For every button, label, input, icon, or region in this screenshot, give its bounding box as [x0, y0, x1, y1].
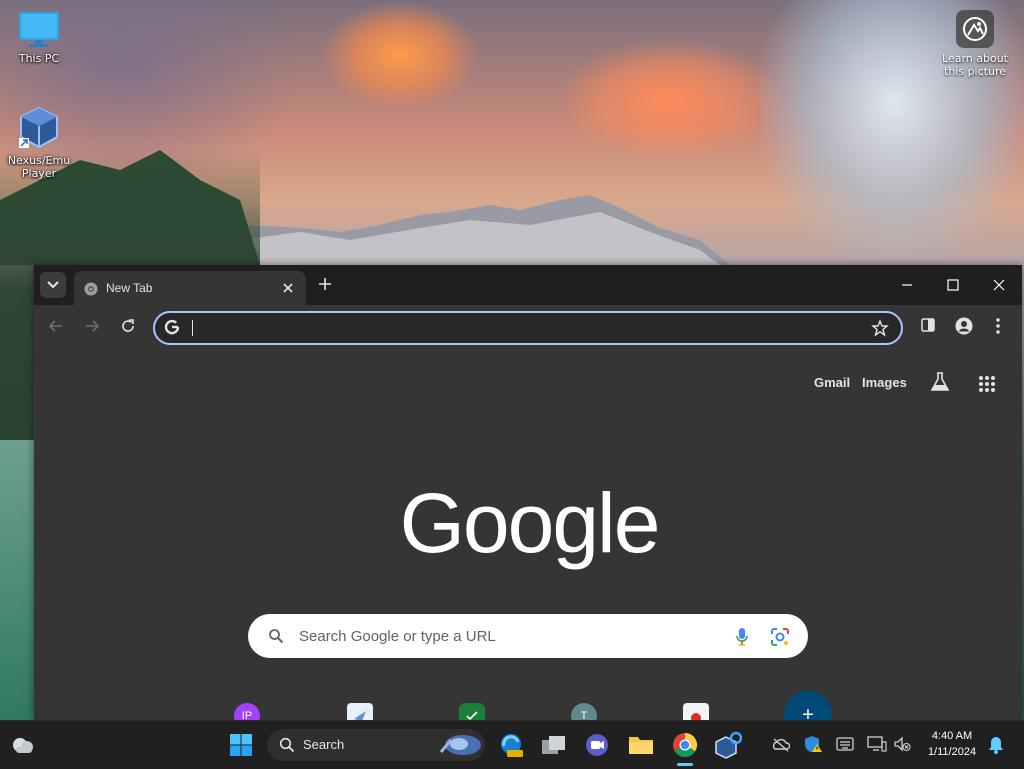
address-bar[interactable] — [153, 311, 903, 345]
taskbar: Search 4:40 AM 1/11/2024 — [0, 720, 1024, 769]
keyboard-icon[interactable] — [836, 737, 854, 751]
forward-icon[interactable] — [84, 318, 100, 334]
google-apps-icon[interactable] — [978, 375, 996, 393]
close-window-icon[interactable] — [989, 275, 1009, 295]
new-tab-button[interactable] — [317, 276, 333, 292]
learn-about-picture-label: Learn about this picture — [942, 52, 1008, 78]
search-placeholder: Search Google or type a URL — [299, 628, 496, 645]
add-shortcut-button[interactable]: + — [784, 691, 832, 720]
security-warning-icon[interactable] — [804, 735, 822, 753]
learn-about-picture[interactable]: Learn about this picture — [934, 10, 1016, 78]
chrome-favicon-icon — [84, 282, 98, 296]
browser-toolbar — [34, 305, 1022, 347]
google-logo: Google — [399, 476, 661, 570]
voice-search-icon[interactable] — [735, 627, 749, 647]
tab-title: New Tab — [106, 281, 153, 295]
desktop-icon-label: This PC — [18, 52, 60, 65]
google-lens-icon[interactable] — [770, 627, 790, 647]
windows-logo-icon — [230, 734, 252, 756]
chrome-icon — [673, 733, 698, 758]
chevron-down-icon — [47, 281, 59, 289]
desktop-icon-nexus-emu-player[interactable]: Nexus/Emu Player — [1, 104, 77, 180]
minimize-icon[interactable] — [897, 275, 917, 295]
teams-taskbar-icon[interactable] — [582, 730, 612, 760]
shortcut-tile[interactable]: T — [571, 703, 597, 720]
side-panel-icon[interactable] — [920, 317, 936, 333]
labs-flask-icon[interactable] — [930, 371, 950, 393]
chrome-taskbar-icon[interactable] — [670, 730, 700, 760]
desktop-icon-this-pc[interactable]: This PC — [1, 10, 77, 65]
close-tab-icon[interactable] — [281, 281, 295, 295]
tab-strip: New Tab — [34, 265, 1022, 305]
bookmark-star-icon[interactable] — [871, 319, 889, 337]
search-box[interactable]: Search Google or type a URL — [248, 614, 808, 658]
search-icon — [269, 629, 284, 644]
virtualbox-icon — [715, 731, 742, 759]
edge-icon — [501, 734, 523, 757]
text-cursor — [192, 320, 193, 336]
google-g-icon — [164, 319, 180, 335]
folder-icon — [629, 737, 653, 754]
search-icon — [279, 737, 295, 753]
shortcut-favicon-icon — [691, 713, 701, 720]
virtualbox-taskbar-icon[interactable] — [713, 730, 743, 760]
search-highlight-icon — [439, 735, 481, 755]
checkmark-icon — [466, 711, 478, 720]
tab-search-button[interactable] — [40, 272, 66, 298]
shortcut-tile[interactable]: IP — [234, 703, 260, 720]
shortcut-tile[interactable] — [459, 703, 485, 720]
gmail-link[interactable]: Gmail — [814, 375, 850, 390]
browser-window: New Tab Gmail Images Google Search Googl… — [34, 265, 1022, 720]
shortcut-favicon-icon — [354, 711, 366, 720]
desktop-icon-label: Nexus/Emu Player — [7, 154, 71, 180]
maximize-icon[interactable] — [943, 275, 963, 295]
task-view-taskbar-icon[interactable] — [539, 730, 569, 760]
taskbar-search-label: Search — [303, 737, 345, 752]
edge-dev-taskbar-icon[interactable] — [496, 730, 526, 760]
task-view-icon — [542, 736, 565, 754]
back-icon[interactable] — [48, 318, 64, 334]
onedrive-offline-icon[interactable] — [772, 737, 790, 753]
video-call-icon — [586, 734, 608, 756]
notification-bell-icon[interactable] — [988, 736, 1004, 754]
more-menu-icon[interactable] — [994, 317, 1002, 335]
reload-icon[interactable] — [120, 318, 136, 334]
new-tab-page: Gmail Images Google Search Google or typ… — [34, 347, 1022, 720]
shortcut-tile[interactable] — [683, 703, 709, 720]
images-link[interactable]: Images — [862, 375, 907, 390]
spotlight-icon — [956, 10, 994, 48]
shortcut-tile[interactable] — [347, 703, 373, 720]
taskbar-search-box[interactable]: Search — [267, 729, 485, 761]
tab-new-tab[interactable]: New Tab — [74, 271, 306, 305]
virtualbox-icon — [19, 106, 58, 149]
file-explorer-taskbar-icon[interactable] — [626, 730, 656, 760]
clock-date: 1/11/2024 — [927, 746, 977, 758]
weather-widget[interactable] — [8, 730, 38, 760]
volume-muted-icon[interactable] — [893, 736, 911, 752]
network-icon[interactable] — [867, 736, 887, 752]
active-app-indicator — [677, 763, 693, 766]
monitor-icon — [19, 12, 59, 47]
cloud-icon — [13, 738, 33, 753]
clock-time: 4:40 AM — [931, 730, 973, 742]
start-button[interactable] — [226, 730, 256, 760]
profile-icon[interactable] — [955, 317, 973, 335]
taskbar-clock[interactable]: 4:40 AM 1/11/2024 — [918, 728, 986, 760]
